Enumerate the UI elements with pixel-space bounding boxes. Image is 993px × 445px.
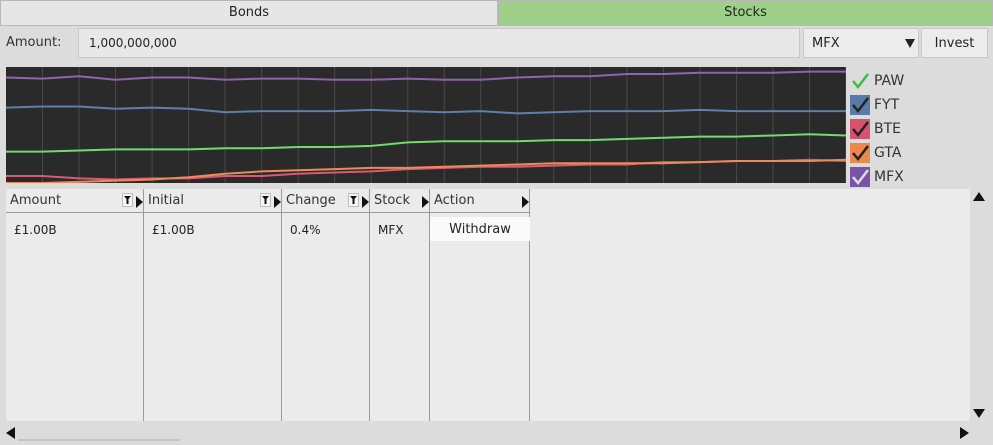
cell-amount: £1.00B — [14, 223, 57, 237]
stock-chart-panel: PAW FYT BTE GTA MFX — [0, 63, 993, 187]
filter-icon[interactable] — [122, 193, 133, 207]
legend-label: PAW — [874, 73, 905, 89]
scroll-right-arrow-icon[interactable] — [960, 427, 969, 439]
legend-item-gta[interactable]: GTA — [850, 141, 990, 165]
column-action: Action Withdraw — [430, 189, 530, 421]
checkmark-icon — [850, 119, 870, 139]
column-header-amount[interactable]: Amount — [6, 189, 143, 213]
scroll-left-arrow-icon[interactable] — [6, 427, 15, 439]
checkmark-icon — [850, 167, 870, 187]
column-stock: Stock MFX — [370, 189, 430, 421]
series-line-bte — [6, 158, 846, 181]
horizontal-scroll-thumb[interactable] — [18, 439, 180, 441]
sort-arrow-icon[interactable] — [274, 196, 281, 208]
series-line-mfx — [6, 133, 846, 153]
column-header-change[interactable]: Change — [282, 189, 369, 213]
tab-stocks[interactable]: Stocks — [498, 0, 993, 26]
column-title: Amount — [10, 193, 62, 208]
legend-label: GTA — [874, 145, 902, 161]
legend-item-paw[interactable]: PAW — [850, 69, 990, 93]
checkmark-icon — [850, 95, 870, 115]
legend-label: MFX — [874, 169, 904, 185]
amount-input[interactable] — [78, 28, 800, 58]
column-title: Change — [286, 193, 336, 208]
horizontal-scrollbar[interactable] — [0, 423, 993, 441]
withdraw-button[interactable]: Withdraw — [430, 217, 530, 241]
column-amount: Amount £1.00B — [6, 189, 144, 421]
column-header-initial[interactable]: Initial — [144, 189, 281, 213]
column-initial: Initial £1.00B — [144, 189, 282, 421]
column-change: Change 0.4% — [282, 189, 370, 421]
column-title: Stock — [374, 193, 410, 208]
investments-table: Amount £1.00B Initial £1.00B Change 0.4%… — [6, 189, 970, 421]
sort-arrow-icon[interactable] — [522, 196, 529, 208]
amount-label: Amount: — [6, 35, 62, 50]
invest-toolbar: Amount: MFX Invest — [0, 27, 993, 59]
column-title: Action — [434, 193, 475, 208]
filter-icon[interactable] — [348, 193, 359, 207]
checkmark-icon — [850, 71, 870, 91]
series-line-gta — [6, 158, 846, 183]
column-header-stock[interactable]: Stock — [370, 189, 429, 213]
legend-label: FYT — [874, 97, 900, 113]
cell-stock: MFX — [378, 223, 404, 237]
sort-arrow-icon[interactable] — [136, 196, 143, 208]
vertical-scrollbar[interactable] — [970, 189, 988, 421]
chart-legend: PAW FYT BTE GTA MFX — [850, 69, 990, 189]
sort-arrow-icon[interactable] — [362, 196, 369, 208]
investment-type-tabs: Bonds Stocks — [0, 0, 993, 26]
stock-select[interactable]: MFX — [803, 28, 919, 58]
series-line-paw — [6, 70, 846, 81]
cell-change: 0.4% — [290, 223, 321, 237]
column-header-action[interactable]: Action — [430, 189, 529, 213]
legend-item-mfx[interactable]: MFX — [850, 165, 990, 189]
invest-button[interactable]: Invest — [921, 28, 988, 58]
series-line-fyt — [6, 105, 846, 115]
sort-arrow-icon[interactable] — [422, 196, 429, 208]
cell-initial: £1.00B — [152, 223, 195, 237]
legend-item-bte[interactable]: BTE — [850, 117, 990, 141]
scroll-up-arrow-icon[interactable] — [973, 192, 985, 201]
scroll-down-arrow-icon[interactable] — [973, 409, 985, 418]
legend-item-fyt[interactable]: FYT — [850, 93, 990, 117]
column-title: Initial — [148, 193, 184, 208]
stock-select-value: MFX — [812, 36, 840, 51]
filter-icon[interactable] — [260, 193, 271, 207]
checkmark-icon — [850, 143, 870, 163]
stock-price-chart — [6, 67, 846, 183]
legend-label: BTE — [874, 121, 902, 137]
chevron-down-icon — [905, 39, 915, 48]
tab-bonds[interactable]: Bonds — [0, 0, 498, 26]
